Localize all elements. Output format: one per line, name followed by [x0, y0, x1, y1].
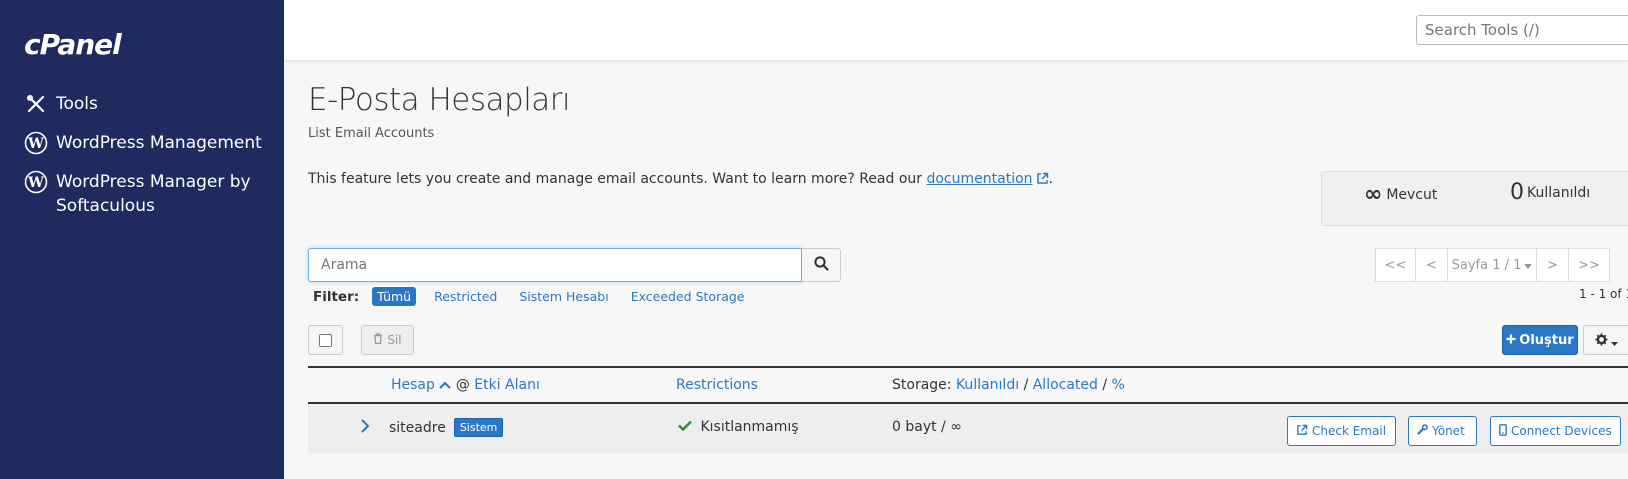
search-input[interactable]: [308, 248, 802, 282]
external-link-icon: [1036, 172, 1049, 189]
check-icon: [678, 419, 692, 435]
settings-dropdown-button[interactable]: [1583, 325, 1628, 355]
plus-icon: [1506, 333, 1516, 348]
sidebar: cPanel Tools W WordPress Management W Wo…: [0, 0, 284, 479]
sort-allocated[interactable]: Allocated: [1033, 377, 1098, 393]
filter-all[interactable]: Tümü: [372, 287, 417, 306]
expand-row-button[interactable]: [360, 419, 370, 437]
stat-available: ∞ Mevcut: [1364, 182, 1438, 207]
restriction-cell: Kısıtlanmamış: [678, 419, 799, 435]
column-storage: Storage: Kullanıldı / Allocated / %: [892, 377, 1125, 393]
search-button[interactable]: [802, 248, 841, 282]
stat-used: 0 Kullanıldı: [1510, 180, 1591, 205]
mobile-icon: [1499, 423, 1511, 439]
documentation-link[interactable]: documentation: [926, 171, 1032, 187]
filter-system-account[interactable]: Sistem Hesabı: [519, 289, 608, 304]
filter-bar: Filter: Tümü Restricted Sistem Hesabı Ex…: [313, 287, 766, 306]
caret-down-icon: [1524, 258, 1533, 273]
search-icon: [813, 255, 829, 275]
connect-devices-button[interactable]: Connect Devices: [1490, 416, 1621, 446]
filter-restricted[interactable]: Restricted: [434, 289, 497, 304]
search-group: [308, 248, 841, 282]
tools-icon: [24, 92, 48, 116]
column-domain[interactable]: Etki Alanı: [474, 377, 540, 393]
infinity-symbol: ∞: [1364, 182, 1383, 207]
svg-text:W: W: [27, 136, 44, 152]
pagination: << < Sayfa 1 / 1 > >>: [1375, 248, 1610, 282]
column-restrictions[interactable]: Restrictions: [676, 377, 758, 393]
page-subtitle: List Email Accounts: [308, 126, 435, 141]
sidebar-item-tools[interactable]: Tools: [24, 92, 98, 116]
check-email-button[interactable]: Check Email: [1287, 416, 1396, 446]
select-all-checkbox[interactable]: [308, 325, 343, 355]
intro-text: This feature lets you create and manage …: [308, 171, 1053, 189]
filter-label: Filter:: [313, 288, 360, 305]
first-page-button[interactable]: <<: [1375, 248, 1416, 282]
sort-ascending-icon: [439, 377, 452, 393]
svg-text:W: W: [27, 175, 44, 191]
system-badge: Sistem: [453, 418, 504, 437]
next-page-button[interactable]: >: [1536, 248, 1569, 282]
last-page-button[interactable]: >>: [1568, 248, 1610, 282]
gear-icon: [1595, 331, 1608, 350]
account-name: siteadre: [389, 420, 446, 436]
results-range: 1 - 1 of 1: [1579, 287, 1628, 301]
sidebar-item-label: WordPress Management: [56, 133, 262, 153]
sidebar-item-label: WordPress Manager by Softaculous: [56, 172, 251, 216]
wordpress-icon: W: [24, 170, 48, 194]
prev-page-button[interactable]: <: [1415, 248, 1448, 282]
page-select[interactable]: Sayfa 1 / 1: [1447, 248, 1537, 282]
wrench-icon: [1417, 424, 1432, 438]
trash-icon: [373, 333, 383, 347]
search-tools-input[interactable]: [1416, 15, 1628, 45]
table-header: Hesap @ Etki Alanı Restrictions Storage:…: [308, 366, 1628, 404]
sort-used[interactable]: Kullanıldı: [956, 377, 1019, 393]
sort-percent[interactable]: %: [1112, 377, 1125, 393]
storage-cell: 0 bayt / ∞: [892, 419, 962, 435]
account-cell: siteadre Sistem: [389, 418, 504, 437]
wordpress-icon: W: [24, 131, 48, 155]
sidebar-item-wordpress-management[interactable]: W WordPress Management: [24, 131, 262, 155]
delete-button[interactable]: Sil: [361, 325, 414, 355]
account-stats: ∞ Mevcut 0 Kullanıldı: [1321, 171, 1628, 226]
page-title: E-Posta Hesapları: [308, 82, 571, 118]
sidebar-item-wordpress-manager-softaculous[interactable]: W WordPress Manager by Softaculous: [24, 170, 264, 218]
external-link-icon: [1296, 424, 1312, 439]
chevron-right-icon: [360, 419, 370, 437]
caret-down-icon: [1610, 331, 1618, 350]
filter-exceeded-storage[interactable]: Exceeded Storage: [631, 289, 745, 304]
table-row: siteadre Sistem Kısıtlanmamış 0 bayt / ∞ …: [308, 404, 1628, 454]
cpanel-logo[interactable]: cPanel: [24, 28, 122, 61]
sidebar-item-label: Tools: [56, 94, 98, 114]
create-button[interactable]: Oluştur: [1502, 325, 1578, 355]
manage-button[interactable]: Yönet: [1408, 416, 1477, 446]
column-account[interactable]: Hesap @ Etki Alanı: [391, 377, 540, 393]
